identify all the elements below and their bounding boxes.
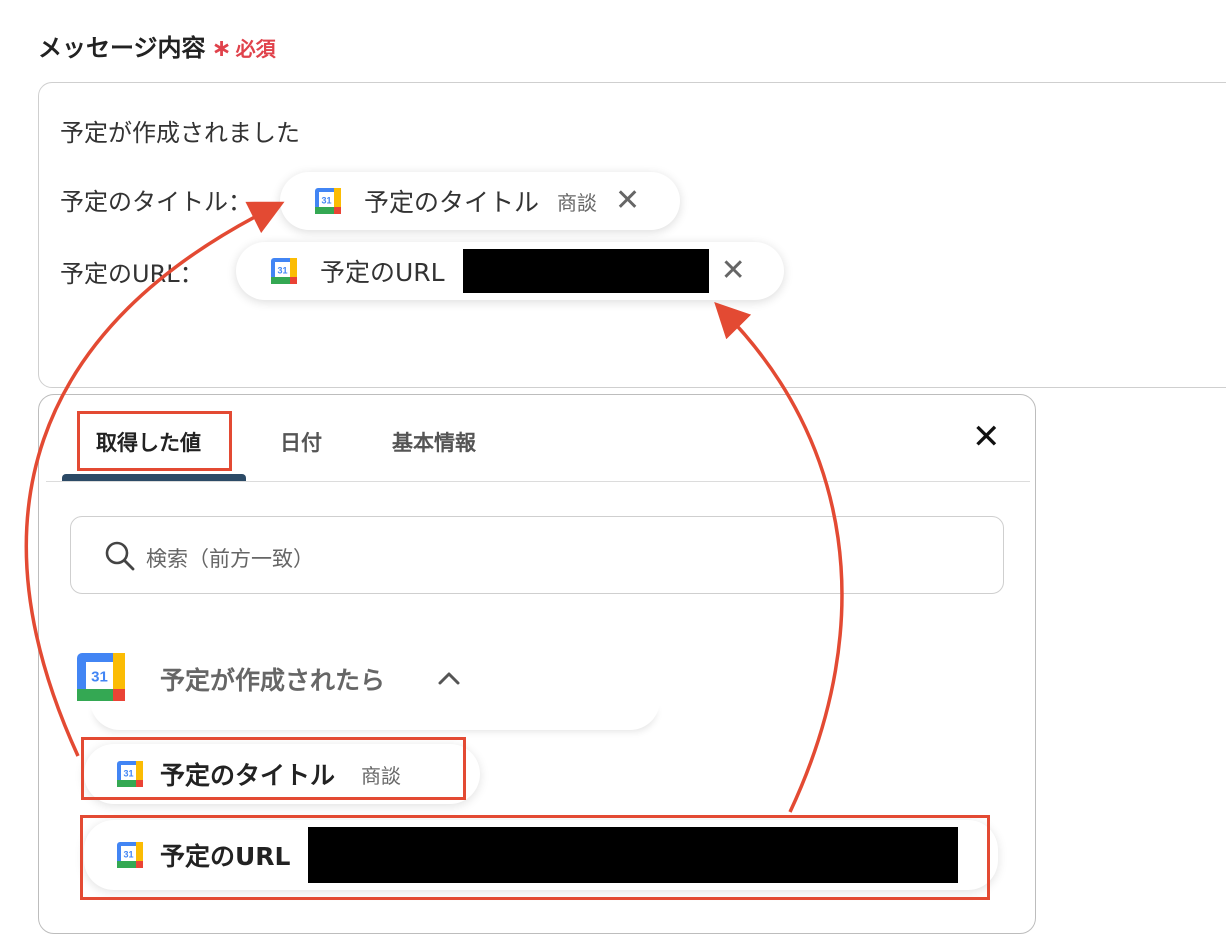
highlight-box-tab [77,411,232,471]
tab-basic-info[interactable]: 基本情報 [392,427,476,457]
token-title-label: 予定のタイトル [364,188,540,217]
close-icon[interactable]: ✕ [972,420,1001,454]
close-icon[interactable]: ✕ [615,186,640,216]
tab-divider [46,481,1030,482]
token-title-sample: 商談 [557,190,598,215]
message-line-3-prefix: 予定のURL： [60,260,204,288]
google-calendar-icon: 31 [270,257,298,285]
svg-text:31: 31 [277,266,287,276]
token-url-label: 予定のURL [320,258,445,287]
message-line-1: 予定が作成されました [60,119,300,147]
token-title[interactable]: 31 予定のタイトル 商談 ✕ [280,172,680,230]
chevron-up-icon[interactable] [436,668,462,688]
token-url[interactable]: 31 予定のURL ✕ [236,242,784,300]
tab-date[interactable]: 日付 [280,427,322,457]
search-icon [105,541,135,571]
close-icon[interactable]: ✕ [721,256,746,286]
highlight-box-title-item [81,737,466,800]
field-label: メッセージ内容 ∗ 必須 [38,28,276,63]
redacted-value [462,249,709,293]
group-title[interactable]: 予定が作成されたら [160,661,385,697]
field-label-text: メッセージ内容 [38,34,206,62]
highlight-box-url-item [80,815,990,900]
message-line-2-prefix: 予定のタイトル： [60,188,252,216]
required-text: 必須 [235,37,276,61]
google-calendar-icon: 31 [77,653,125,701]
svg-text:31: 31 [321,196,331,206]
google-calendar-icon: 31 [314,187,342,215]
group-header-shadow [90,700,660,730]
search-placeholder: 検索（前方一致） [146,547,314,571]
required-star: ∗ [211,34,232,62]
tab-active-indicator [62,474,246,481]
svg-text:31: 31 [91,669,108,686]
